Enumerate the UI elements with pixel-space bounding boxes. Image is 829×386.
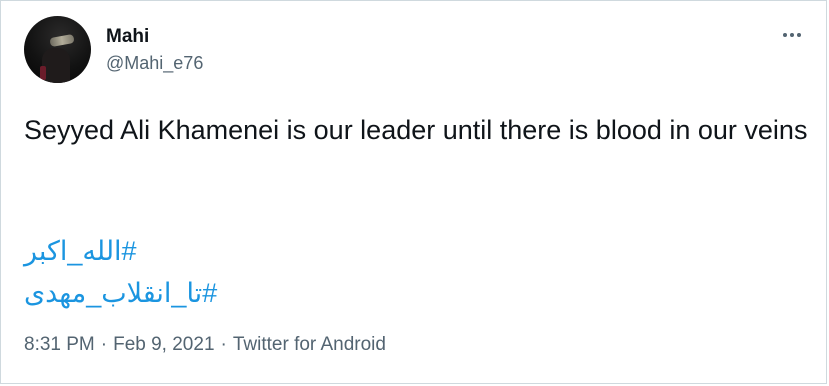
avatar-headband	[49, 33, 75, 48]
tweet-date[interactable]: Feb 9, 2021	[113, 334, 214, 356]
tweet-meta: 8:31 PM · Feb 9, 2021 · Twitter for Andr…	[24, 334, 386, 356]
more-options-icon[interactable]	[777, 23, 807, 47]
tweet-card[interactable]: Mahi @Mahi_e76 Seyyed Ali Khamenei is ou…	[0, 0, 827, 384]
tweet-text: Seyyed Ali Khamenei is our leader until …	[24, 115, 808, 145]
hashtag-link[interactable]: #الله_اکبر	[24, 233, 137, 269]
more-dot	[783, 33, 787, 37]
hashtag-link[interactable]: #تا_انقلاب_مهدی	[24, 275, 217, 311]
tweet-time[interactable]: 8:31 PM	[24, 334, 95, 356]
avatar[interactable]	[24, 16, 91, 83]
more-dot	[790, 33, 794, 37]
avatar-figure	[42, 48, 70, 83]
more-dot	[797, 33, 801, 37]
user-handle[interactable]: @Mahi_e76	[106, 53, 203, 74]
avatar-accent	[40, 66, 46, 80]
meta-separator: ·	[220, 334, 227, 355]
user-name[interactable]: Mahi	[106, 26, 149, 48]
meta-separator: ·	[100, 334, 108, 355]
tweet-source[interactable]: Twitter for Android	[233, 334, 386, 356]
